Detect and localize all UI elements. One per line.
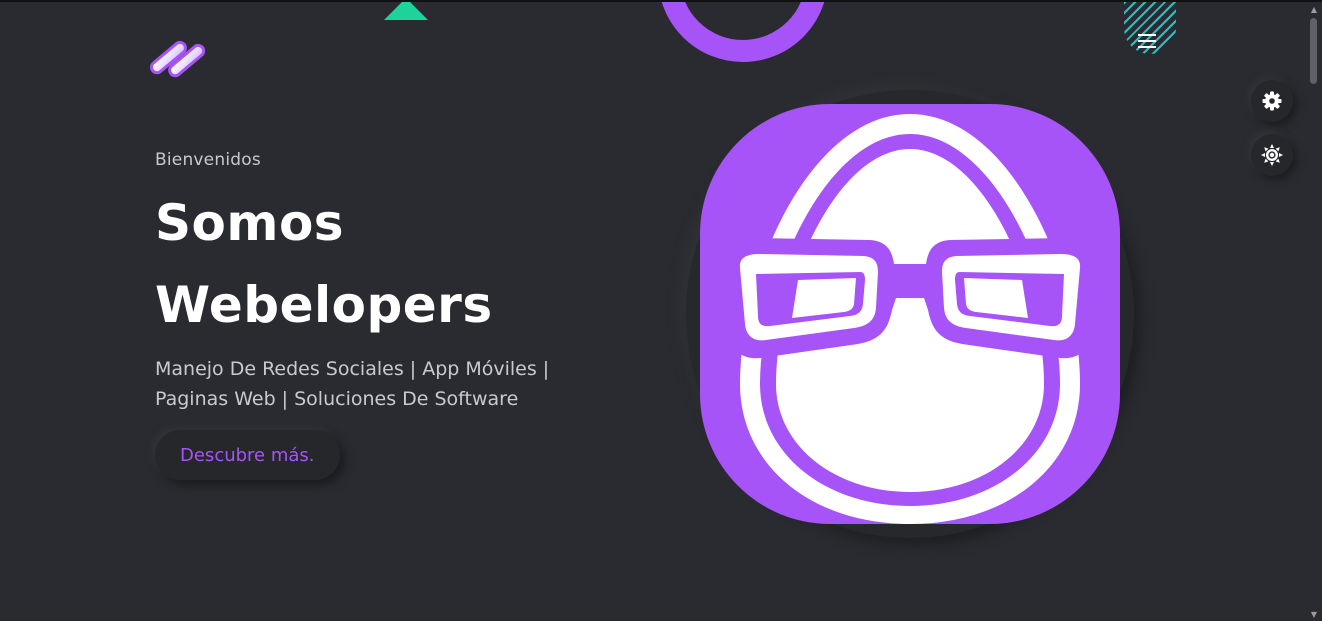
hero-text: Bienvenidos Somos Webelopers Manejo De R… (155, 150, 595, 414)
gear-icon (1262, 91, 1282, 111)
welcome-text: Bienvenidos (155, 150, 261, 170)
scroll-up-icon[interactable]: ▲ (1309, 6, 1319, 14)
theme-toggle-button[interactable] (1251, 134, 1293, 176)
hero-title-line1: Somos (155, 194, 345, 252)
scroll-thumb[interactable] (1310, 18, 1317, 84)
scroll-down-icon[interactable]: ▼ (1309, 611, 1319, 619)
hero-title-line2: Webelopers (155, 276, 493, 334)
decorative-ring (658, 2, 828, 62)
menu-button[interactable] (1124, 18, 1170, 64)
webelopers-logo-icon[interactable] (142, 28, 208, 84)
discover-more-button[interactable]: Descubre más. (155, 430, 340, 480)
hamburger-menu-icon (1138, 34, 1156, 48)
egg-with-glasses-icon (700, 104, 1120, 524)
hero-title: Somos Webelopers (155, 182, 595, 346)
decorative-triangle (384, 2, 428, 20)
sun-icon (1261, 144, 1283, 166)
page: Bienvenidos Somos Webelopers Manejo De R… (0, 0, 1322, 621)
hero-subtitle: Manejo De Redes Sociales | App Móviles |… (155, 358, 550, 410)
settings-button[interactable] (1251, 80, 1293, 122)
vertical-scrollbar[interactable]: ▲ ▼ (1306, 2, 1322, 621)
